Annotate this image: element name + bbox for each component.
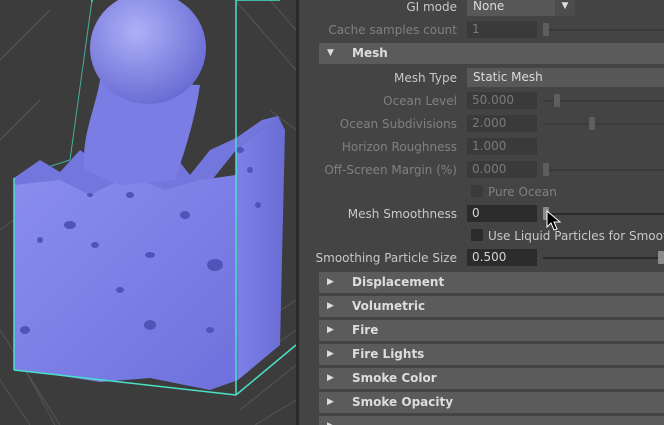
cache-samples-slider[interactable]: [543, 23, 664, 36]
mesh-type-dropdown[interactable]: Static Mesh: [467, 68, 664, 87]
ocean-level-field[interactable]: 50.000: [467, 92, 537, 109]
liquid-particles-checkbox[interactable]: [471, 229, 483, 241]
section-smoke-color-label: Smoke Color: [352, 371, 437, 385]
pure-ocean-checkbox[interactable]: [471, 185, 483, 197]
mesh-smoothness-row: Mesh Smoothness 0: [299, 203, 664, 226]
mesh-type-label: Mesh Type: [394, 71, 457, 85]
section-partial[interactable]: ▶: [319, 416, 664, 425]
off-screen-margin-handle[interactable]: [543, 163, 549, 176]
off-screen-margin-label: Off-Screen Margin (%): [324, 163, 457, 177]
ocean-level-label: Ocean Level: [383, 94, 457, 108]
gi-mode-dropdown[interactable]: None ▼: [467, 0, 575, 16]
ocean-subdivisions-label: Ocean Subdivisions: [339, 117, 457, 131]
section-smoke-opacity-label: Smoke Opacity: [352, 395, 454, 409]
mesh-smoothness-label: Mesh Smoothness: [347, 207, 457, 221]
horizon-roughness-field[interactable]: 1.000: [467, 138, 537, 155]
triangle-right-icon: ▶: [327, 373, 334, 383]
liquid-particles-label: Use Liquid Particles for Smoot: [488, 229, 664, 243]
section-volumetric[interactable]: ▶ Volumetric: [319, 296, 664, 317]
gi-mode-value: None: [473, 0, 505, 13]
dropdown-arrow-icon[interactable]: ▼: [555, 0, 575, 16]
ocean-subdivisions-slider[interactable]: [543, 117, 664, 130]
triangle-right-icon: ▶: [327, 416, 334, 425]
triangle-right-icon: ▶: [327, 277, 334, 287]
triangle-right-icon: ▶: [327, 349, 334, 359]
ocean-subdivisions-field[interactable]: 2.000: [467, 115, 537, 132]
section-smoke-opacity[interactable]: ▶ Smoke Opacity: [319, 392, 664, 413]
section-mesh[interactable]: ▼ Mesh: [319, 43, 664, 64]
triangle-right-icon: ▶: [327, 325, 334, 335]
ocean-level-slider[interactable]: [543, 94, 664, 107]
off-screen-margin-field[interactable]: 0.000: [467, 161, 537, 178]
triangle-down-icon: ▼: [327, 48, 334, 58]
smoothing-particle-size-label: Smoothing Particle Size: [315, 251, 457, 265]
triangle-right-icon: ▶: [327, 301, 334, 311]
viewport-3d[interactable]: [0, 0, 296, 425]
section-mesh-label: Mesh: [352, 46, 388, 60]
cache-samples-row: Cache samples count 1: [299, 19, 664, 42]
smoothing-particle-size-handle[interactable]: [658, 251, 664, 264]
mesh-side: [236, 116, 285, 380]
mesh-smoothness-field[interactable]: 0: [467, 205, 537, 222]
liquid-particles-row: Use Liquid Particles for Smoot: [299, 225, 664, 248]
ocean-subdivisions-handle[interactable]: [589, 117, 595, 130]
ocean-level-row: Ocean Level 50.000: [299, 90, 664, 113]
section-fire-lights-label: Fire Lights: [352, 347, 425, 361]
ocean-level-handle[interactable]: [554, 94, 560, 107]
ocean-subdivisions-row: Ocean Subdivisions 2.000: [299, 113, 664, 136]
mouse-pointer-icon: [546, 210, 562, 231]
mesh-type-value: Static Mesh: [473, 70, 543, 84]
smoothing-particle-size-slider[interactable]: [543, 251, 664, 264]
mesh-type-row: Mesh Type Static Mesh: [299, 67, 664, 90]
off-screen-margin-row: Off-Screen Margin (%) 0.000: [299, 159, 664, 182]
mesh-front: [14, 175, 238, 390]
section-displacement[interactable]: ▶ Displacement: [319, 272, 664, 293]
cache-samples-handle[interactable]: [543, 23, 549, 36]
section-fire-label: Fire: [352, 323, 379, 337]
section-smoke-color[interactable]: ▶ Smoke Color: [319, 368, 664, 389]
triangle-right-icon: ▶: [327, 397, 334, 407]
section-displacement-label: Displacement: [352, 275, 445, 289]
pure-ocean-row: Pure Ocean: [299, 181, 664, 204]
gi-mode-row: GI mode None ▼: [299, 0, 664, 19]
off-screen-margin-slider[interactable]: [543, 163, 664, 176]
attribute-panel: GI mode None ▼ Cache samples count 1 ▼ M…: [299, 0, 664, 425]
horizon-roughness-label: Horizon Roughness: [341, 140, 457, 154]
section-fire-lights[interactable]: ▶ Fire Lights: [319, 344, 664, 365]
smoothing-particle-size-field[interactable]: 0.500: [467, 249, 537, 266]
pure-ocean-label: Pure Ocean: [488, 185, 557, 199]
section-fire[interactable]: ▶ Fire: [319, 320, 664, 341]
section-volumetric-label: Volumetric: [352, 299, 426, 313]
gi-mode-label: GI mode: [406, 0, 457, 14]
smoothing-particle-size-row: Smoothing Particle Size 0.500: [299, 247, 664, 270]
horizon-roughness-row: Horizon Roughness 1.000: [299, 136, 664, 159]
cache-samples-field[interactable]: 1: [467, 21, 537, 38]
cache-samples-label: Cache samples count: [328, 23, 457, 37]
viewport-scene: [0, 0, 296, 425]
